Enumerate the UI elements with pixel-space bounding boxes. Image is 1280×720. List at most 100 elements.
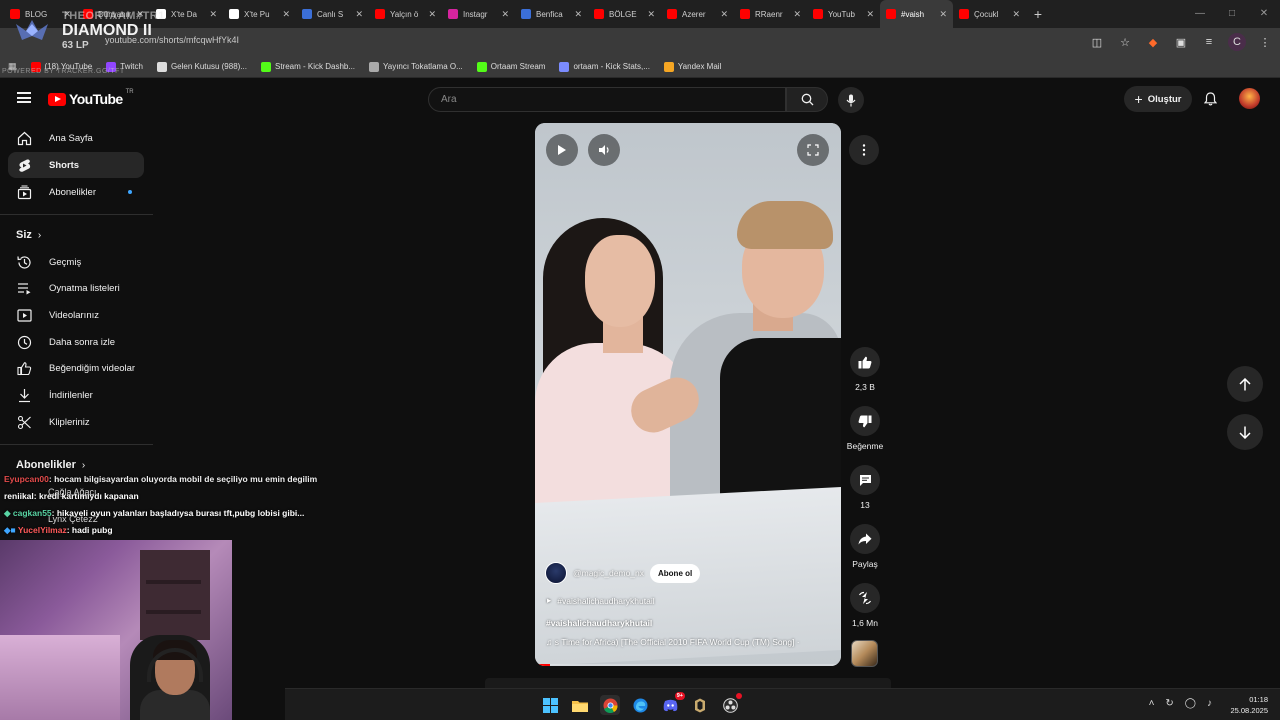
sidebar-item-downloads[interactable]: İndirilenler: [8, 383, 144, 409]
search-input[interactable]: Ara: [428, 87, 786, 112]
play-button[interactable]: [546, 134, 578, 166]
close-tab-icon[interactable]: ✕: [501, 9, 509, 20]
dislike-button[interactable]: [850, 406, 880, 436]
sidebar-item-clips[interactable]: Klipleriniz: [8, 409, 144, 435]
browser-menu-icon[interactable]: ⋮: [1256, 33, 1274, 51]
sidebar-item-history[interactable]: Geçmiş: [8, 249, 144, 275]
comments-button[interactable]: [850, 465, 880, 495]
url-field[interactable]: youtube.com/shorts/mfcqwHfYk4I: [105, 35, 239, 45]
subscriptions-section-header[interactable]: Abonelikler ›: [16, 459, 85, 471]
close-tab-icon[interactable]: ✕: [136, 9, 144, 20]
chevron-up-icon[interactable]: ˄: [1149, 698, 1155, 709]
close-tab-icon[interactable]: ✕: [939, 9, 947, 20]
windows-start-icon[interactable]: [540, 695, 560, 715]
previous-short-button[interactable]: [1227, 366, 1263, 402]
clock[interactable]: 01:18 25.08.2025: [1230, 694, 1268, 716]
close-tab-icon[interactable]: ✕: [793, 9, 801, 20]
close-tab-icon[interactable]: ✕: [647, 9, 655, 20]
sidebar-item-watch-later[interactable]: Daha sonra izle: [8, 329, 144, 355]
more-options-button[interactable]: [849, 135, 879, 165]
remix-button[interactable]: [850, 583, 880, 613]
close-tab-icon[interactable]: ✕: [866, 9, 874, 20]
sound-thumbnail[interactable]: [851, 640, 878, 667]
next-short-button[interactable]: [1227, 414, 1263, 450]
you-section-header[interactable]: Siz ›: [16, 229, 41, 241]
file-explorer-icon[interactable]: [570, 695, 590, 715]
subscribe-button[interactable]: Abone ol: [650, 563, 701, 583]
browser-tab[interactable]: Instagr ✕: [442, 0, 515, 28]
browser-tab[interactable]: BÖLGE ✕: [588, 0, 661, 28]
search-button[interactable]: [786, 87, 828, 112]
bookmark-item[interactable]: Twitch: [106, 61, 143, 72]
channel-name[interactable]: @magic_demo_nx: [573, 568, 644, 578]
share-button[interactable]: [850, 524, 880, 554]
sidebar-item-playlists[interactable]: Oynatma listeleri: [8, 276, 144, 302]
channel-avatar[interactable]: [545, 562, 567, 584]
volume-button[interactable]: [588, 134, 620, 166]
youtube-logo[interactable]: YouTube TR: [48, 89, 134, 107]
profile-avatar[interactable]: C: [1228, 33, 1246, 51]
obs-icon[interactable]: [720, 693, 742, 715]
close-tab-icon[interactable]: ✕: [1012, 9, 1020, 20]
sidebar-item-your-videos[interactable]: Videolarınız: [8, 302, 144, 328]
short-hashtag-link[interactable]: ▸ #vaishalichaudharykhutail: [547, 595, 655, 606]
volume-tray-icon[interactable]: ♪: [1207, 698, 1212, 709]
maximize-button[interactable]: □: [1216, 0, 1248, 28]
close-tab-icon[interactable]: ✕: [209, 9, 217, 20]
edge-icon[interactable]: [630, 695, 650, 715]
browser-tab[interactable]: Çocukl ✕: [953, 0, 1026, 28]
bookmark-item[interactable]: ortaam - Kick Stats,...: [559, 61, 650, 72]
browser-tab[interactable]: Dünyanın ✕: [77, 0, 150, 28]
close-tab-icon[interactable]: ✕: [428, 9, 436, 20]
bookmark-item[interactable]: Yayıncı Tokatlama O...: [369, 61, 463, 72]
chrome-icon[interactable]: [600, 695, 620, 715]
sidebar-item-liked[interactable]: Beğendiğim videolar: [8, 356, 144, 382]
user-avatar[interactable]: [1239, 88, 1260, 109]
browser-tab[interactable]: BLOG ✕: [4, 0, 77, 28]
like-button[interactable]: [850, 347, 880, 377]
close-tab-icon[interactable]: ✕: [63, 9, 71, 20]
menu-icon[interactable]: [17, 92, 31, 103]
browser-tab[interactable]: Canlı S ✕: [296, 0, 369, 28]
browser-tab[interactable]: RRaenr ✕: [734, 0, 807, 28]
sidebar-item-home[interactable]: Ana Sayfa: [8, 125, 144, 151]
apps-grid-icon[interactable]: ▦: [8, 61, 17, 72]
tab-search-icon[interactable]: ≡: [1200, 33, 1218, 51]
bookmark-item[interactable]: Ortaam Stream: [476, 61, 545, 72]
bookmark-item[interactable]: Stream - Kick Dashb...: [260, 61, 355, 72]
microphone-tray-icon[interactable]: ◯: [1185, 698, 1196, 709]
extensions-icon[interactable]: ▣: [1172, 33, 1190, 51]
browser-tab[interactable]: Yalçın ö ✕: [369, 0, 442, 28]
sync-icon[interactable]: ↻: [1165, 698, 1173, 709]
create-button[interactable]: + Oluştur: [1124, 86, 1192, 112]
short-sound[interactable]: ♫ s Time for Africa) [The Official 2010 …: [546, 637, 800, 647]
bookmark-item[interactable]: Yandex Mail: [663, 61, 721, 72]
browser-tab[interactable]: #vaish ✕: [880, 0, 953, 28]
discord-icon[interactable]: 9+: [660, 692, 685, 715]
close-tab-icon[interactable]: ✕: [720, 9, 728, 20]
browser-tab[interactable]: Azerer ✕: [661, 0, 734, 28]
minimize-button[interactable]: —: [1184, 0, 1216, 28]
install-app-icon[interactable]: ◫: [1088, 33, 1106, 51]
browser-tab[interactable]: X'te Da ✕: [150, 0, 223, 28]
close-window-button[interactable]: ✕: [1248, 0, 1280, 28]
sidebar-item-shorts[interactable]: Shorts: [8, 152, 144, 178]
browser-tab[interactable]: Benfica ✕: [515, 0, 588, 28]
bookmark-item[interactable]: Gelen Kutusu (988)...: [156, 61, 247, 72]
notifications-button[interactable]: [1200, 89, 1220, 109]
close-tab-icon[interactable]: ✕: [355, 9, 363, 20]
close-tab-icon[interactable]: ✕: [282, 9, 290, 20]
new-tab-button[interactable]: +: [1026, 6, 1050, 22]
extension-flame-icon[interactable]: ◆: [1144, 33, 1162, 51]
fullscreen-button[interactable]: [797, 134, 829, 166]
browser-tab[interactable]: X'te Pu ✕: [223, 0, 296, 28]
shorts-player[interactable]: @magic_demo_nx Abone ol ▸ #vaishalichaud…: [535, 123, 841, 666]
sidebar-item-subscriptions[interactable]: Abonelikler: [8, 179, 144, 205]
voice-search-button[interactable]: [838, 87, 864, 113]
tft-game-icon[interactable]: [690, 695, 710, 715]
browser-tab[interactable]: YouTub ✕: [807, 0, 880, 28]
bookmark-star-icon[interactable]: ☆: [1116, 33, 1134, 51]
bookmark-item[interactable]: (18) YouTube: [30, 61, 92, 72]
video-progress-bar[interactable]: [535, 664, 841, 666]
close-tab-icon[interactable]: ✕: [574, 9, 582, 20]
